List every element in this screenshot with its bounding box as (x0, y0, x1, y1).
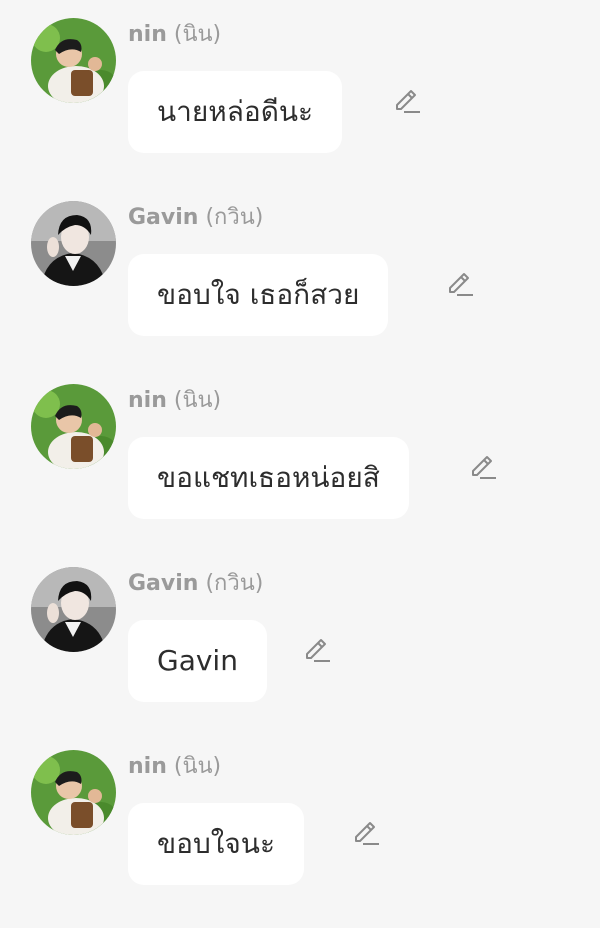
message-bubble[interactable]: ขอบใจนะ (128, 803, 304, 885)
message-bubble[interactable]: ขอแชทเธอหน่อยสิ (128, 437, 409, 519)
chat-thread: nin (นิน) นายหล่อดีนะ Gavin (กวิน) ขอบใจ… (0, 0, 600, 928)
pencil-icon[interactable] (392, 86, 422, 116)
nin-avatar-image (31, 384, 116, 469)
sender-name-en: nin (128, 22, 167, 47)
chat-message: nin (นิน) ขอแชทเธอหน่อยสิ (0, 366, 600, 546)
sender-name: nin (นิน) (128, 752, 221, 782)
nin-avatar-image (31, 750, 116, 835)
chat-message: nin (นิน) นายหล่อดีนะ (0, 0, 600, 180)
sender-name: nin (นิน) (128, 20, 221, 50)
sender-name-en: nin (128, 388, 167, 413)
sender-name-en: Gavin (128, 205, 199, 230)
sender-name: Gavin (กวิน) (128, 203, 263, 233)
chat-message: nin (นิน) ขอบใจนะ (0, 732, 600, 912)
sender-name-alias: (นิน) (173, 754, 222, 779)
nin-avatar-image (31, 18, 116, 103)
message-bubble[interactable]: Gavin (128, 620, 267, 702)
sender-name-alias: (กวิน) (205, 205, 264, 230)
avatar[interactable] (31, 567, 116, 652)
sender-name-alias: (กวิน) (205, 571, 264, 596)
pencil-icon[interactable] (445, 269, 475, 299)
message-bubble[interactable]: นายหล่อดีนะ (128, 71, 343, 153)
avatar[interactable] (31, 18, 116, 103)
pencil-icon[interactable] (302, 635, 332, 665)
sender-name: Gavin (กวิน) (128, 569, 263, 599)
chat-message: Gavin (กวิน) Gavin (0, 549, 600, 729)
gavin-avatar-image (31, 201, 116, 286)
sender-name: nin (นิน) (128, 386, 221, 416)
chat-message: Gavin (กวิน) ขอบใจ เธอก็สวย (0, 183, 600, 363)
avatar[interactable] (31, 750, 116, 835)
sender-name-en: nin (128, 754, 167, 779)
pencil-icon[interactable] (351, 818, 381, 848)
sender-name-alias: (นิน) (173, 388, 222, 413)
avatar[interactable] (31, 201, 116, 286)
message-bubble[interactable]: ขอบใจ เธอก็สวย (128, 254, 389, 336)
avatar[interactable] (31, 384, 116, 469)
gavin-avatar-image (31, 567, 116, 652)
sender-name-en: Gavin (128, 571, 199, 596)
sender-name-alias: (นิน) (173, 22, 222, 47)
pencil-icon[interactable] (468, 452, 498, 482)
